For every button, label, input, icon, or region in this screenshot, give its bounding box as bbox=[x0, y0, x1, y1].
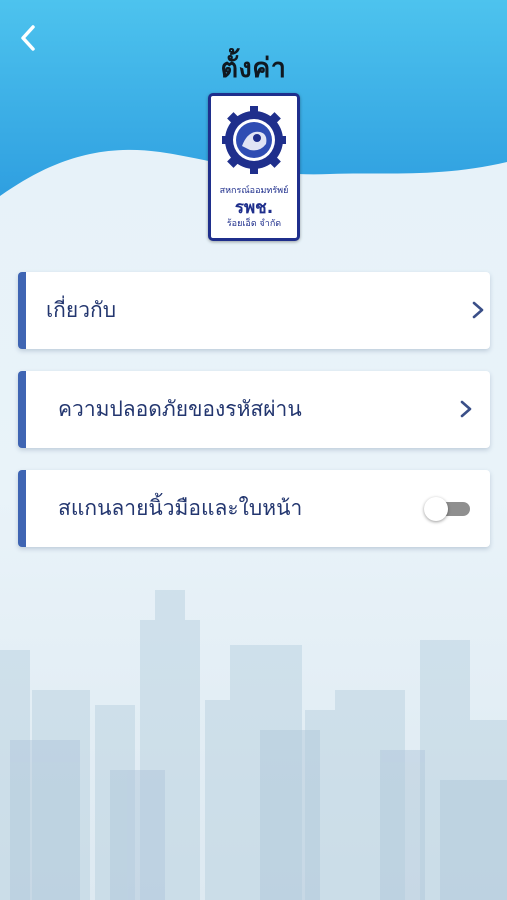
menu-item-password-security[interactable]: ความปลอดภัยของรหัสผ่าน bbox=[18, 371, 490, 448]
toggle-knob bbox=[424, 497, 448, 521]
biometric-toggle[interactable] bbox=[422, 496, 474, 522]
chevron-right-icon bbox=[460, 400, 472, 418]
logo-line-1: สหกรณ์ออมทรัพย์ bbox=[219, 186, 289, 196]
menu-item-label: สแกนลายนิ้วมือและใบหน้า bbox=[58, 496, 303, 520]
logo-line-3: ร้อยเอ็ด จำกัด bbox=[226, 219, 282, 229]
menu-item-biometric-scan: สแกนลายนิ้วมือและใบหน้า bbox=[18, 470, 490, 547]
logo-line-2: รพช. bbox=[234, 198, 274, 218]
chevron-right-icon bbox=[472, 301, 484, 319]
page-title: ตั้งค่า bbox=[220, 53, 287, 84]
menu-item-label: ความปลอดภัยของรหัสผ่าน bbox=[58, 397, 302, 421]
menu-item-about[interactable]: เกี่ยวกับ bbox=[18, 272, 490, 349]
city-skyline-background bbox=[0, 590, 507, 900]
menu-item-label: เกี่ยวกับ bbox=[46, 298, 117, 322]
cooperative-logo: สหกรณ์ออมทรัพย์ รพช. ร้อยเอ็ด จำกัด bbox=[208, 93, 300, 241]
gear-emblem-icon bbox=[222, 106, 286, 174]
